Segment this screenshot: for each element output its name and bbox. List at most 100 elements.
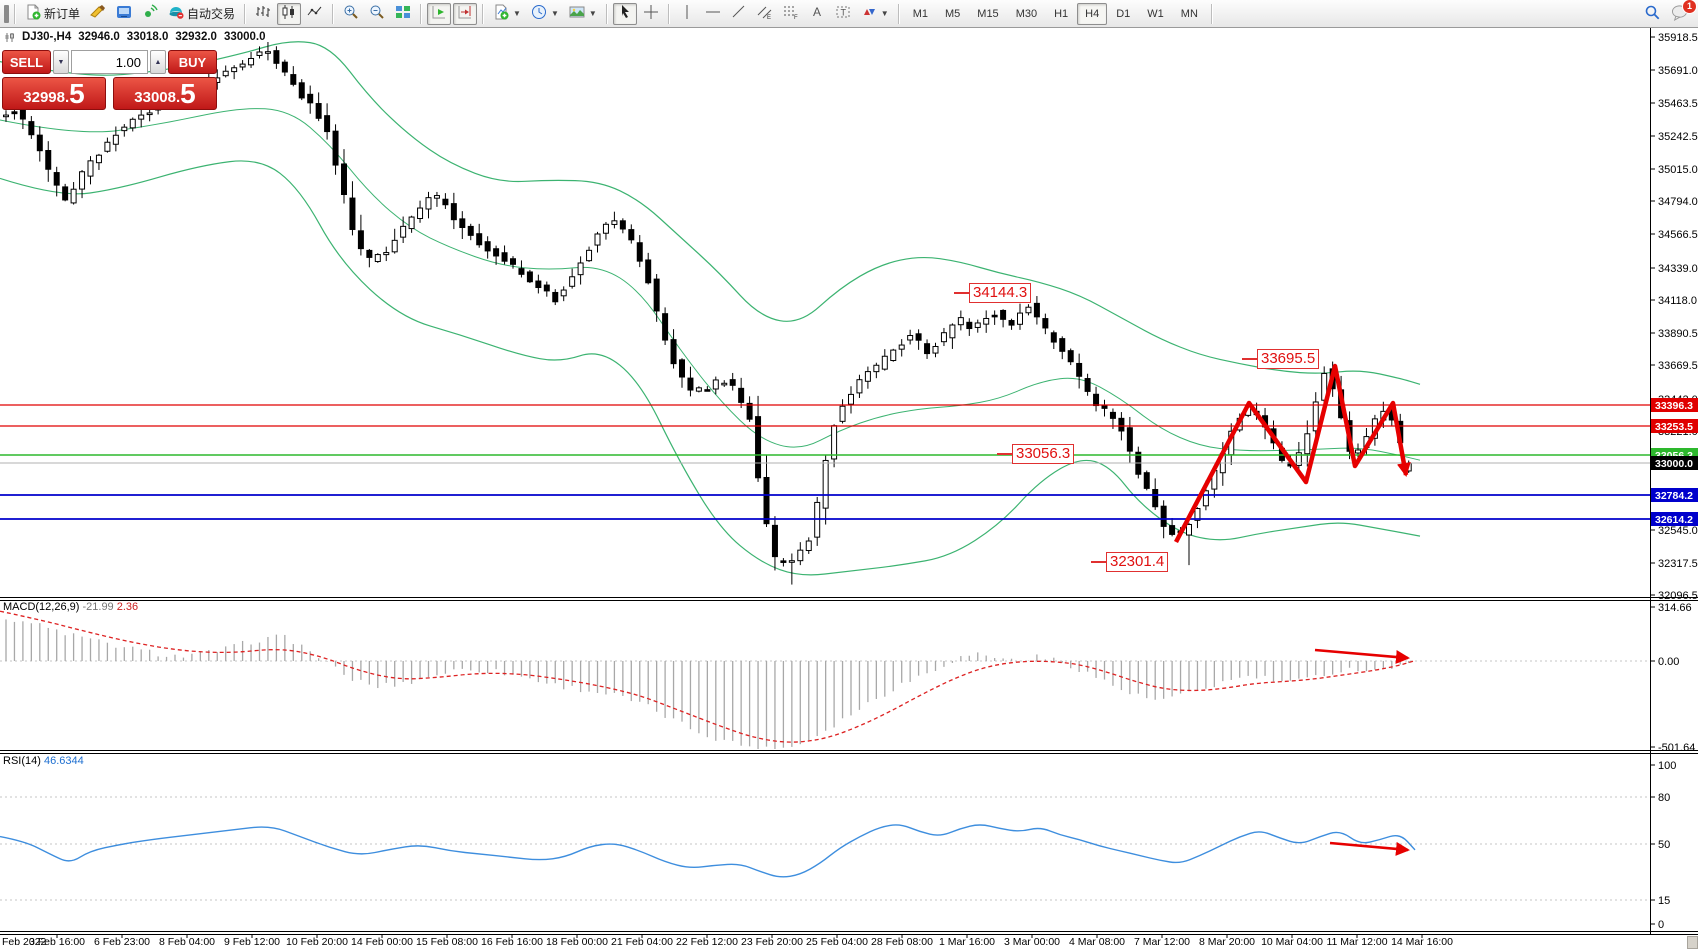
bull-candle [401,226,406,237]
templates-button[interactable]: ▼ [565,3,601,25]
crosshair-tool-button[interactable] [639,3,663,25]
zoom-out-button[interactable] [365,3,389,25]
price-annotation[interactable]: 33695.5 [1257,349,1319,369]
buy-price-base: 33008 [134,89,176,106]
buy-button[interactable]: BUY [168,50,217,74]
separator [332,4,334,24]
bar-chart-button[interactable] [251,3,275,25]
timeframe-d1-button[interactable]: D1 [1108,3,1138,25]
bull-candle [434,196,439,199]
main-chart-pane [0,42,1420,585]
timeframe-mn-button[interactable]: MN [1173,3,1206,25]
indicators-button[interactable]: ▼ [489,3,525,25]
badge-price: 33253.5 [1655,421,1693,433]
arrows-tool-button[interactable]: ▼ [857,3,893,25]
bull-candle [603,224,608,233]
bear-candle [527,272,532,282]
timeframe-h4-button[interactable]: H4 [1077,3,1107,25]
timeframe-m30-button[interactable]: M30 [1008,3,1045,25]
timeframe-m5-button[interactable]: M5 [937,3,968,25]
line-chart-button[interactable] [303,3,327,25]
time-label: 3 Mar 00:00 [1004,936,1060,948]
volume-decrease-button[interactable]: ▼ [53,50,69,74]
bear-candle [1127,428,1132,451]
fibonacci-tool-button[interactable]: F [779,3,803,25]
horizontal-line-tool-button[interactable] [701,3,725,25]
clear-button[interactable] [86,3,110,25]
horizontal-line-icon [705,4,721,23]
new-order-button[interactable]: 新订单 [21,3,84,25]
time-label: 15 Feb 08:00 [416,936,478,948]
bull-candle [958,318,963,325]
channel-tool-button[interactable]: E [753,3,777,25]
pane-borders [0,28,1698,935]
chart-canvas[interactable]: 35918.535691.035463.535242.535015.034794… [0,0,1698,949]
trendline-tool-button[interactable] [727,3,751,25]
notifications-button[interactable]: 1 [1667,3,1694,25]
volume-increase-button[interactable]: ▲ [150,50,166,74]
bull-candle [240,64,245,67]
bull-candle [122,127,127,130]
vertical-line-tool-button[interactable] [675,3,699,25]
time-label: 14 Mar 16:00 [1391,936,1453,948]
cursor-tool-button[interactable] [613,3,637,25]
axis-tick-label: 100 [1658,760,1676,772]
bear-candle [460,219,465,228]
axis-tick-label: -501.64 [1658,742,1695,754]
timeframe-m15-button[interactable]: M15 [969,3,1006,25]
cursor-icon [617,4,633,23]
main-toolbar: 新订单 自动交易 [0,0,1698,28]
auto-scroll-button[interactable] [427,3,451,25]
buy-price-display[interactable]: 33008 . 5 [113,77,217,110]
bull-candle [832,426,837,459]
price-annotation[interactable]: 33056.3 [1012,444,1074,464]
bull-candle [587,250,592,260]
bull-candle [96,155,101,162]
line-chart-icon [307,4,323,23]
fibonacci-icon: F [783,4,799,23]
axis-tick-label: 32096.5 [1658,590,1698,602]
one-click-trading-panel: SELL ▼ ▲ BUY 32998 . 5 33008 . 5 [2,50,217,110]
auto-trading-button[interactable]: 自动交易 [164,3,239,25]
time-label: 22 Feb 12:00 [676,936,738,948]
bear-candle [29,122,34,135]
macd-trend-arrow[interactable] [1315,650,1408,658]
macd-main-value: -21.99 [82,601,113,613]
label-tool-button[interactable]: T [831,3,855,25]
sell-button[interactable]: SELL [2,50,51,74]
zoom-in-button[interactable] [339,3,363,25]
volume-input[interactable] [71,50,148,74]
search-button[interactable] [1640,3,1665,25]
rsi-value: 46.6344 [44,755,84,767]
bear-candle [485,242,490,251]
bear-candle [308,94,313,103]
timeframe-w1-button[interactable]: W1 [1139,3,1172,25]
timeframe-h1-button[interactable]: H1 [1046,3,1076,25]
candlestick-chart-button[interactable] [277,3,301,25]
bull-candle [130,119,135,128]
trend-zigzag-arrow[interactable] [1176,366,1406,542]
chart-shift-button[interactable] [453,3,477,25]
periods-button[interactable]: ▼ [527,3,563,25]
price-annotation[interactable]: 32301.4 [1106,552,1168,572]
tile-windows-button[interactable] [391,3,415,25]
bull-candle [1305,434,1310,454]
brush-icon [90,4,106,23]
bear-candle [705,390,710,392]
time-label: 21 Feb 04:00 [611,936,673,948]
price-annotation[interactable]: 34144.3 [969,283,1031,303]
bear-candle [502,253,507,261]
time-label: 8 Feb 04:00 [159,936,215,948]
timeframe-m1-button[interactable]: M1 [905,3,936,25]
sell-price-display[interactable]: 32998 . 5 [2,77,106,110]
bear-candle [325,116,330,132]
time-label: 25 Feb 04:00 [806,936,868,948]
axis-tick-label: 34794.0 [1658,196,1698,208]
signals-button[interactable] [138,3,162,25]
template-image-icon [569,4,585,23]
badge-price: 33396.3 [1655,400,1693,412]
metaeditor-button[interactable] [112,3,136,25]
axis-tick-label: 35691.0 [1658,65,1698,77]
bear-candle [1001,310,1006,319]
text-tool-button[interactable]: A [805,3,829,25]
